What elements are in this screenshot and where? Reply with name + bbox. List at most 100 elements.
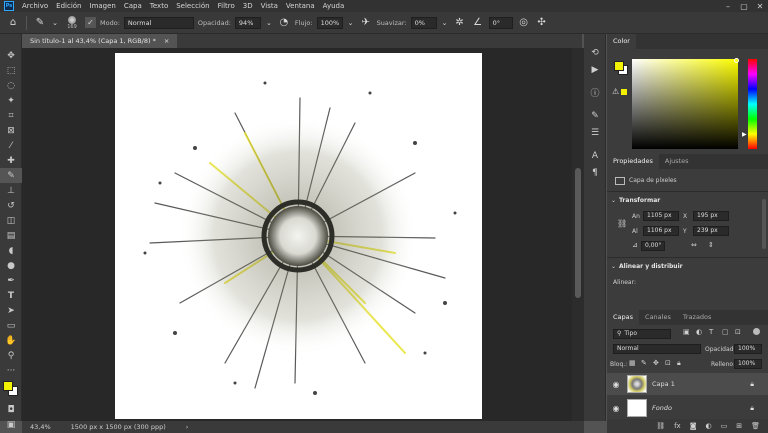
lock-transparent-icon[interactable]: ▦ [629,359,636,367]
chevron-down-icon[interactable]: ⌄ [265,16,273,30]
paragraph-icon[interactable]: ¶ [584,164,606,181]
link-layers-icon[interactable]: ⛓ [656,422,665,430]
close-tab-icon[interactable]: × [164,37,169,45]
y-field[interactable]: 239 px [693,226,729,236]
pressure-size-icon[interactable]: ◎ [517,16,531,30]
brush-preset-picker[interactable]: 169 [63,15,81,30]
x-field[interactable]: 195 px [693,211,729,221]
menu-3d[interactable]: 3D [239,2,257,10]
filter-type-icon[interactable]: T [709,328,713,336]
angle-field[interactable]: 0° [488,16,513,29]
chevron-down-icon[interactable]: ⌄ [347,16,355,30]
tab-propiedades[interactable]: Propiedades [607,154,659,169]
zoom-level[interactable]: 43,4% [30,423,51,431]
flow-field[interactable]: 100% [316,16,343,29]
layer-name[interactable]: Fondo [652,404,672,412]
chevron-right-icon[interactable]: › [186,423,189,431]
color-field[interactable] [632,59,738,149]
menu-capa[interactable]: Capa [120,2,146,10]
tab-canales[interactable]: Canales [639,310,677,325]
gradient-tool-icon[interactable]: ▤ [0,228,22,243]
document-info[interactable]: 1500 px x 1500 px (300 ppp) [71,423,166,431]
layer-filter-select[interactable]: ⚲ Tipo [613,329,671,339]
angle-field[interactable]: 0,00° [641,241,665,251]
hue-slider[interactable] [748,59,757,149]
healing-brush-tool-icon[interactable]: ✚ [0,153,22,168]
color-swatches[interactable] [0,378,22,402]
character-icon[interactable]: A [584,147,606,164]
close-window-icon[interactable]: ✕ [752,2,768,11]
flip-vertical-icon[interactable]: ⇕ [708,241,714,249]
symmetry-icon[interactable]: ✣ [535,16,549,30]
crop-tool-icon[interactable]: ⌗ [0,108,22,123]
chevron-down-icon[interactable]: ⌄ [611,263,616,270]
flip-horizontal-icon[interactable]: ⇔ [691,241,697,249]
edit-toolbar-icon[interactable]: ··· [0,363,22,378]
width-field[interactable]: 1105 px [643,211,679,221]
document-canvas[interactable] [115,53,482,419]
menu-seleccion[interactable]: Selección [172,2,213,10]
brush-tool-icon[interactable]: ✎ [33,16,47,30]
adjustments-icon[interactable]: ☰ [584,124,606,141]
airbrush-icon[interactable]: ✈ [359,16,373,30]
vertical-scroll-thumb[interactable] [575,168,581,298]
path-selection-tool-icon[interactable]: ➤ [0,303,22,318]
menu-edicion[interactable]: Edición [52,2,85,10]
pressure-opacity-icon[interactable]: ◔ [277,16,291,30]
menu-imagen[interactable]: Imagen [86,2,120,10]
layer-opacity-field[interactable]: 100% [734,344,762,354]
delete-layer-icon[interactable]: 🗑︎ [751,422,760,430]
frame-tool-icon[interactable]: ⊠ [0,123,22,138]
foreground-color-swatch[interactable] [3,381,13,391]
layer-name[interactable]: Capa 1 [652,380,675,388]
visibility-eye-icon[interactable]: ◉ [607,380,625,389]
blur-tool-icon[interactable]: ◖ [0,243,22,258]
marquee-tool-icon[interactable]: ⬚ [0,63,22,78]
eyedropper-tool-icon[interactable]: ⁄ [0,138,22,153]
screen-mode-icon[interactable]: ▣ [0,417,22,432]
web-color-swatch[interactable] [621,89,627,95]
clone-stamp-tool-icon[interactable]: ⊥ [0,183,22,198]
dodge-tool-icon[interactable]: ● [0,258,22,273]
filter-adjustment-icon[interactable]: ◐ [696,328,702,336]
foreground-color-swatch[interactable] [614,61,624,71]
tab-capas[interactable]: Capas [607,310,640,325]
height-field[interactable]: 1106 px [643,226,679,236]
smoothing-options-icon[interactable]: ✲ [453,16,467,30]
blend-mode-select[interactable]: Normal [613,344,701,354]
chevron-down-icon[interactable]: ⌄ [611,197,616,204]
minimize-icon[interactable]: – [720,2,736,11]
history-icon[interactable]: ⟲ [584,44,606,61]
history-brush-tool-icon[interactable]: ↺ [0,198,22,213]
maximize-icon[interactable]: ▢ [736,2,752,11]
link-proportions-icon[interactable]: ⛓ [617,219,627,228]
pen-tool-icon[interactable]: ✒ [0,273,22,288]
gamut-warning-icon[interactable]: ⚠ [612,87,619,96]
mode-select[interactable]: Normal [123,16,194,29]
new-group-icon[interactable]: ▭ [721,422,728,430]
lock-pixels-icon[interactable]: ✎ [641,359,647,367]
actions-icon[interactable]: ▶ [584,61,606,78]
filter-toggle-icon[interactable] [753,328,760,335]
new-layer-icon[interactable]: ⊞ [736,422,742,430]
chevron-down-icon[interactable]: ⌄ [441,16,449,30]
tab-color[interactable]: Color [607,34,636,49]
visibility-eye-icon[interactable]: ◉ [607,404,625,413]
info-icon[interactable]: ⓘ [584,84,606,101]
filter-pixel-icon[interactable]: ▣ [683,328,690,336]
move-tool-icon[interactable]: ✥ [0,48,22,63]
home-icon[interactable]: ⌂ [6,16,20,30]
menu-texto[interactable]: Texto [146,2,172,10]
filter-shape-icon[interactable]: ▢ [722,328,729,336]
lock-position-icon[interactable]: ✥ [653,359,659,367]
brushes-icon[interactable]: ✎ [584,107,606,124]
menu-archivo[interactable]: Archivo [18,2,52,10]
chevron-down-icon[interactable]: ⌄ [51,16,59,30]
menu-vista[interactable]: Vista [257,2,282,10]
menu-ayuda[interactable]: Ayuda [319,2,349,10]
quick-mask-icon[interactable]: ◘ [0,402,22,417]
tab-trazados[interactable]: Trazados [677,310,718,325]
quick-select-tool-icon[interactable]: ✦ [0,93,22,108]
brush-settings-icon[interactable]: ✓ [85,17,96,28]
properties-scrollbar[interactable] [762,199,766,249]
